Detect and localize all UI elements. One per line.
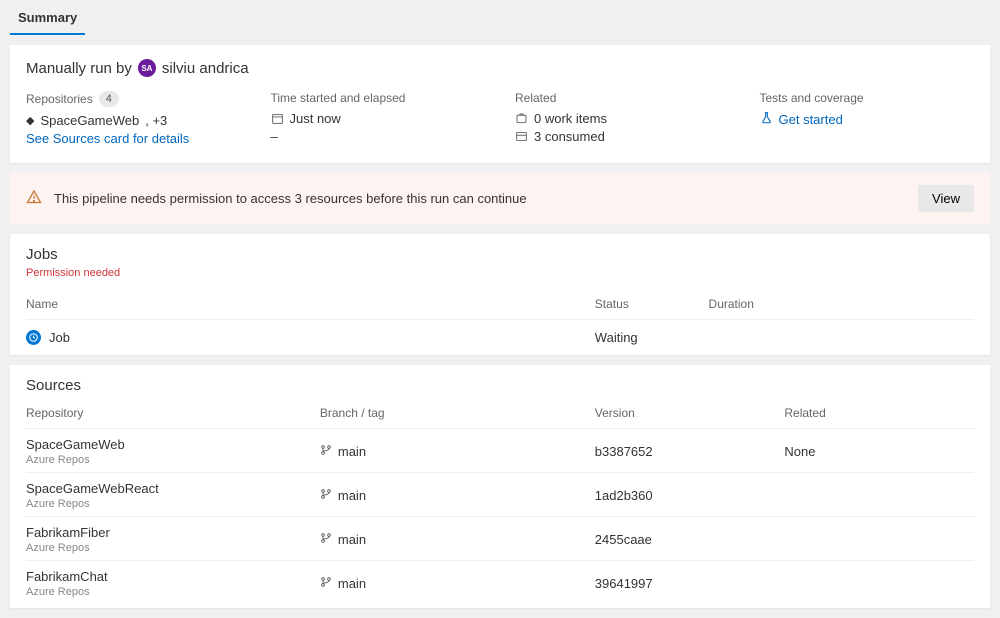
src-col-version: Version <box>595 398 785 429</box>
source-branch: main <box>338 576 366 591</box>
source-repo-sub: Azure Repos <box>26 498 320 510</box>
see-sources-link[interactable]: See Sources card for details <box>26 131 241 146</box>
calendar-icon <box>271 112 284 125</box>
jobs-col-status: Status <box>595 289 709 320</box>
source-repo-name: SpaceGameWeb <box>26 437 320 452</box>
source-version: 1ad2b360 <box>595 473 785 517</box>
branch-icon <box>320 488 332 503</box>
branch-icon <box>320 576 332 591</box>
tests-label: Tests and coverage <box>760 91 975 105</box>
consumed: 3 consumed <box>534 129 605 144</box>
source-branch: main <box>338 532 366 547</box>
sources-title: Sources <box>26 377 974 394</box>
source-related <box>784 473 974 517</box>
source-repo-name: SpaceGameWebReact <box>26 481 320 496</box>
repo-icon: ◆ <box>26 114 34 127</box>
source-version: 39641997 <box>595 561 785 605</box>
job-duration <box>709 320 974 356</box>
consumed-icon <box>515 130 528 143</box>
tab-summary[interactable]: Summary <box>10 0 85 35</box>
jobs-col-name: Name <box>26 289 595 320</box>
sources-table: Repository Branch / tag Version Related … <box>26 398 974 604</box>
source-repo-name: FabrikamFiber <box>26 525 320 540</box>
avatar: SA <box>138 59 156 77</box>
source-related: None <box>784 429 974 473</box>
repo-more: , +3 <box>145 113 167 128</box>
repo-name: SpaceGameWeb <box>40 113 139 128</box>
source-repo-sub: Azure Repos <box>26 586 320 598</box>
source-repo-sub: Azure Repos <box>26 542 320 554</box>
source-version: b3387652 <box>595 429 785 473</box>
jobs-col-duration: Duration <box>709 289 974 320</box>
source-branch: main <box>338 444 366 459</box>
workitem-icon <box>515 112 528 125</box>
summary-card: Manually run by SA silviu andrica Reposi… <box>10 45 990 163</box>
repos-count-badge: 4 <box>99 91 119 107</box>
repos-label: Repositories <box>26 92 93 106</box>
sources-card: Sources Repository Branch / tag Version … <box>10 365 990 608</box>
source-version: 2455caae <box>595 517 785 561</box>
get-started-link[interactable]: Get started <box>779 112 843 127</box>
run-by-line: Manually run by SA silviu andrica <box>26 59 974 77</box>
source-row[interactable]: FabrikamChat Azure Repos main 39641997 <box>26 561 974 605</box>
jobs-card: Jobs Permission needed Name Status Durat… <box>10 234 990 355</box>
source-branch: main <box>338 488 366 503</box>
run-by-user: silviu andrica <box>162 60 249 77</box>
col-time: Time started and elapsed Just now – <box>271 91 486 147</box>
beaker-icon <box>760 111 773 127</box>
jobs-title: Jobs <box>26 246 974 263</box>
elapsed-value: – <box>271 129 486 144</box>
src-col-branch: Branch / tag <box>320 398 595 429</box>
work-items: 0 work items <box>534 111 607 126</box>
view-button[interactable]: View <box>918 185 974 212</box>
col-repositories: Repositories 4 ◆ SpaceGameWeb , +3 See S… <box>26 91 241 147</box>
clock-icon <box>26 330 41 345</box>
source-repo-name: FabrikamChat <box>26 569 320 584</box>
job-status: Waiting <box>595 320 709 356</box>
col-related: Related 0 work items 3 consumed <box>515 91 730 147</box>
branch-icon <box>320 444 332 459</box>
source-related <box>784 517 974 561</box>
branch-icon <box>320 532 332 547</box>
permission-needed: Permission needed <box>26 267 974 279</box>
src-col-related: Related <box>784 398 974 429</box>
source-row[interactable]: SpaceGameWebReact Azure Repos main 1ad2b360 <box>26 473 974 517</box>
job-name: Job <box>49 330 70 345</box>
related-label: Related <box>515 91 730 105</box>
source-row[interactable]: FabrikamFiber Azure Repos main 2455caae <box>26 517 974 561</box>
source-row[interactable]: SpaceGameWeb Azure Repos main b3387652None <box>26 429 974 473</box>
time-label: Time started and elapsed <box>271 91 486 105</box>
run-by-prefix: Manually run by <box>26 60 132 77</box>
time-value: Just now <box>290 111 341 126</box>
jobs-table: Name Status Duration Job Waiting <box>26 289 974 355</box>
source-repo-sub: Azure Repos <box>26 454 320 466</box>
col-tests: Tests and coverage Get started <box>760 91 975 147</box>
alert-text: This pipeline needs permission to access… <box>54 191 906 206</box>
src-col-repo: Repository <box>26 398 320 429</box>
warning-icon <box>26 189 42 208</box>
permission-alert: This pipeline needs permission to access… <box>10 173 990 224</box>
job-row[interactable]: Job Waiting <box>26 320 974 356</box>
source-related <box>784 561 974 605</box>
